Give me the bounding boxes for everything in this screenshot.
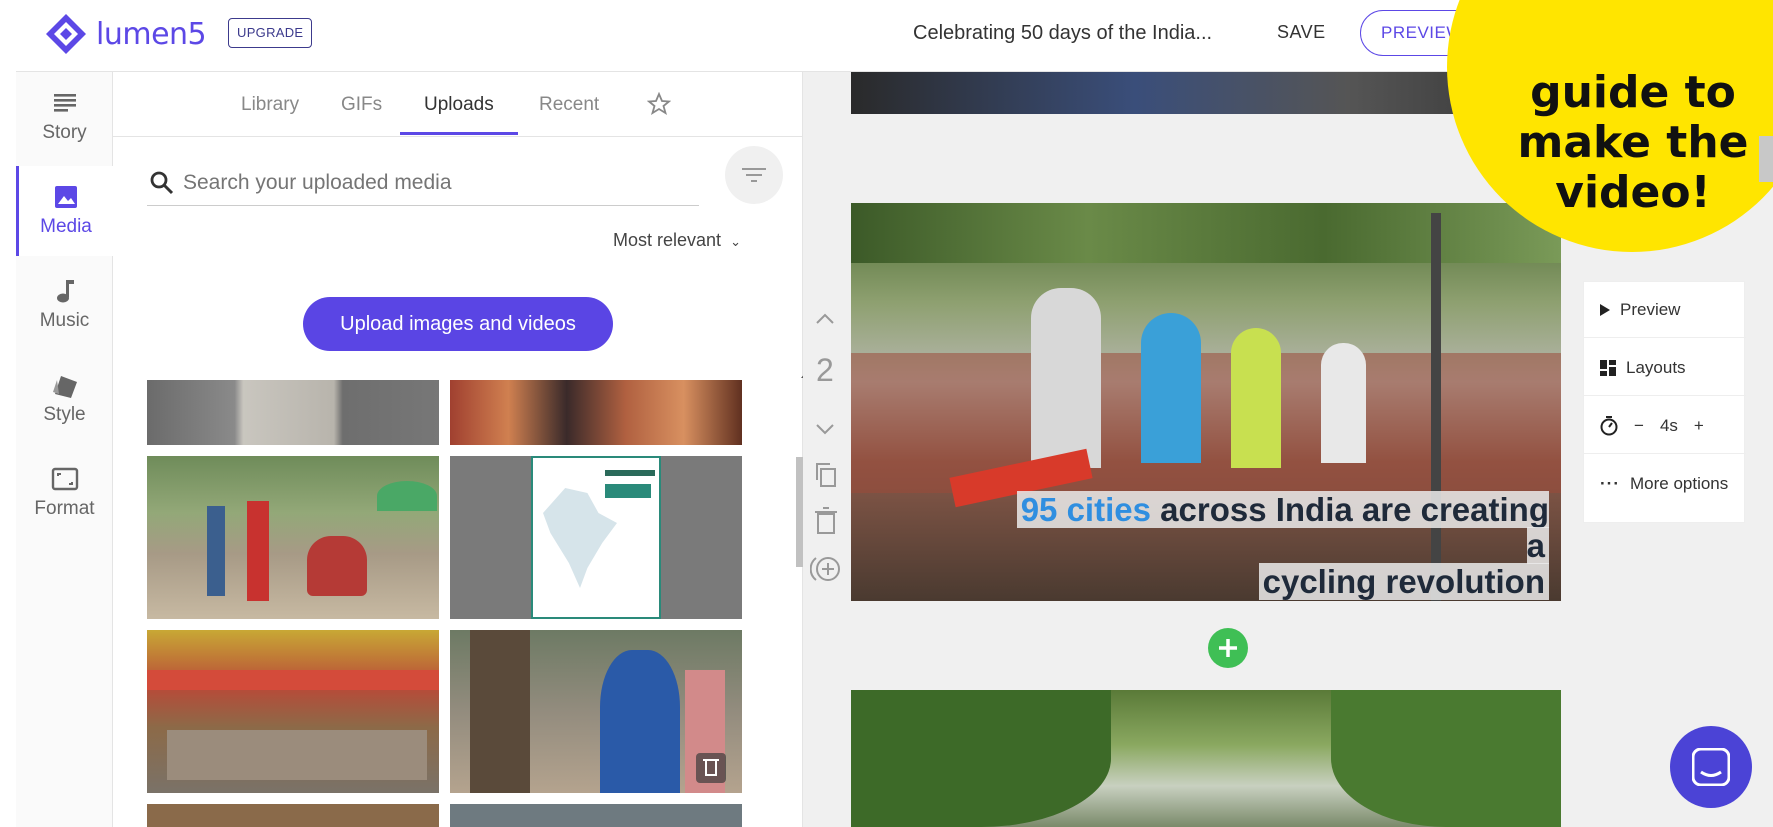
layouts-option[interactable]: Layouts xyxy=(1584,340,1746,396)
lumen5-logo-icon xyxy=(46,14,86,54)
sidebar-item-label: Style xyxy=(43,404,86,425)
media-thumbnail[interactable] xyxy=(147,804,439,827)
more-options-label: More options xyxy=(1629,474,1729,493)
search-input[interactable] xyxy=(183,168,683,198)
upgrade-button[interactable]: UPGRADE xyxy=(228,18,313,48)
promo-sticker-text: guide to make the video! xyxy=(1517,67,1749,218)
duration-value: 4s xyxy=(1659,415,1678,435)
insert-scene-icon[interactable] xyxy=(810,554,842,584)
tab-uploads[interactable]: Uploads xyxy=(424,94,494,116)
media-thumbnail[interactable] xyxy=(147,456,439,619)
media-thumbnail[interactable] xyxy=(147,630,439,793)
music-note-icon xyxy=(56,280,74,303)
format-icon xyxy=(51,467,78,491)
media-thumbnail[interactable] xyxy=(450,630,742,793)
editor-scrollbar[interactable] xyxy=(1759,136,1773,182)
sidebar-item-music[interactable]: Music xyxy=(16,260,113,350)
duration-minus-button[interactable]: − xyxy=(1634,416,1644,436)
media-panel: Library GIFs Uploads Recent Most re xyxy=(113,72,814,827)
left-sidebar: Story Media Music Style Format xyxy=(16,72,113,827)
sidebar-item-story[interactable]: Story xyxy=(16,72,113,162)
sidebar-item-media[interactable]: Media xyxy=(16,166,113,256)
sidebar-item-style[interactable]: Style xyxy=(16,354,113,444)
active-tab-indicator xyxy=(400,132,518,135)
app-window: lumen5 UPGRADE Celebrating 50 days of th… xyxy=(16,0,1773,827)
media-thumbnail[interactable] xyxy=(450,456,742,619)
media-thumbnail[interactable] xyxy=(450,804,742,827)
chat-icon xyxy=(1692,748,1730,786)
scene-caption[interactable]: 95 cities across India are creating a cy… xyxy=(991,491,1549,600)
plus-icon xyxy=(1219,639,1237,657)
filter-button[interactable] xyxy=(725,146,783,204)
sidebar-item-label: Music xyxy=(39,310,90,331)
layouts-icon xyxy=(1600,359,1616,376)
caption-line-2: cycling revolution xyxy=(1258,563,1549,600)
preview-option-label: Preview xyxy=(1620,299,1681,319)
scene-thumbnail-next[interactable] xyxy=(851,690,1561,827)
move-down-icon[interactable] xyxy=(814,422,836,436)
delete-icon[interactable] xyxy=(696,753,726,783)
sidebar-item-label: Media xyxy=(40,216,92,237)
scene-preview-option[interactable]: Preview xyxy=(1584,282,1746,338)
scene-number: 2 xyxy=(816,352,834,388)
media-thumbnail[interactable] xyxy=(147,380,439,445)
project-title[interactable]: Celebrating 50 days of the India... xyxy=(913,22,1212,45)
sidebar-item-format[interactable]: Format xyxy=(16,448,113,538)
sidebar-item-label: Story xyxy=(42,122,87,143)
sort-label: Most relevant xyxy=(613,230,722,250)
tab-gifs[interactable]: GIFs xyxy=(341,94,382,116)
filter-icon xyxy=(742,168,766,182)
duration-control: − 4s + xyxy=(1584,398,1746,454)
play-icon xyxy=(1600,303,1610,316)
brand-logo[interactable]: lumen5 xyxy=(44,12,207,56)
caption-highlight: 95 cities xyxy=(1020,491,1151,528)
sort-dropdown[interactable]: Most relevant ⌄ xyxy=(613,230,741,251)
search-bar xyxy=(147,162,699,206)
star-icon[interactable] xyxy=(647,92,671,116)
delete-scene-icon[interactable] xyxy=(814,507,838,535)
image-icon xyxy=(55,186,77,208)
chevron-down-icon: ⌄ xyxy=(730,234,741,249)
more-dots-icon: ··· xyxy=(1600,474,1620,493)
brand-name: lumen5 xyxy=(96,16,207,52)
add-scene-button[interactable] xyxy=(1208,628,1248,668)
tab-recent[interactable]: Recent xyxy=(539,94,599,116)
save-button[interactable]: SAVE xyxy=(1277,22,1326,43)
tab-library[interactable]: Library xyxy=(241,94,299,116)
more-options[interactable]: ··· More options xyxy=(1584,456,1746,512)
duration-plus-button[interactable]: + xyxy=(1694,416,1704,436)
duplicate-icon[interactable] xyxy=(814,462,838,488)
upload-button[interactable]: Upload images and videos xyxy=(303,297,613,351)
search-icon xyxy=(150,171,174,195)
chat-support-button[interactable] xyxy=(1670,726,1752,808)
move-up-icon[interactable] xyxy=(814,312,836,326)
media-tabs: Library GIFs Uploads Recent xyxy=(113,72,803,137)
story-icon xyxy=(53,94,76,112)
style-icon xyxy=(52,376,77,398)
caption-line-1: across India are creating a xyxy=(1160,491,1549,564)
timer-icon xyxy=(1600,415,1618,435)
sidebar-item-label: Format xyxy=(34,498,95,519)
media-thumbnail[interactable] xyxy=(450,380,742,445)
scene-options-panel: Preview Layouts − 4s + ··· More options xyxy=(1583,281,1746,523)
layouts-option-label: Layouts xyxy=(1626,357,1686,377)
